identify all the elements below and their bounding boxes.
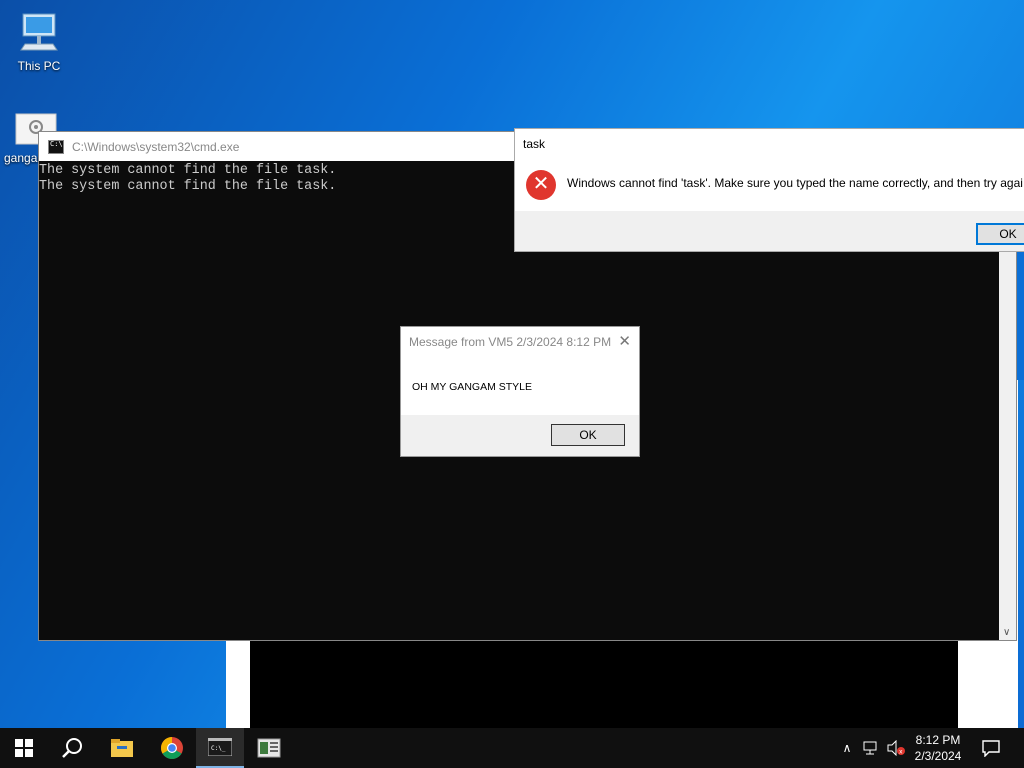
message-dialog-text: OH MY GANGAM STYLE xyxy=(412,381,532,393)
taskbar-cmd[interactable]: C:\_ xyxy=(196,728,244,768)
chrome-icon xyxy=(161,737,183,759)
notification-icon xyxy=(982,740,1000,757)
network-icon[interactable] xyxy=(862,740,880,756)
system-tray: ∧ x xyxy=(838,728,906,768)
message-ok-button[interactable]: OK xyxy=(551,424,625,446)
clock-date: 2/3/2024 xyxy=(914,749,962,763)
taskbar-clock[interactable]: 8:12 PM 2/3/2024 xyxy=(908,732,968,764)
message-dialog[interactable]: Message from VM5 2/3/2024 8:12 PM ✕ OH M… xyxy=(400,326,640,457)
taskbar-file-explorer[interactable] xyxy=(98,728,146,768)
background-window-content xyxy=(250,640,958,728)
search-button[interactable] xyxy=(48,728,96,768)
start-button[interactable] xyxy=(0,728,48,768)
app-icon xyxy=(257,738,281,758)
volume-muted-icon[interactable]: x xyxy=(886,740,906,756)
file-explorer-icon xyxy=(111,739,133,757)
taskbar: C:\_ ∧ x 8:12 PM 2/3/2024 xyxy=(0,728,1024,768)
start-icon xyxy=(15,739,33,757)
close-icon[interactable]: ✕ xyxy=(618,332,631,350)
cmd-icon: C:\_ xyxy=(208,738,232,756)
error-dialog-title: task xyxy=(523,137,546,151)
scroll-down-icon[interactable]: ∨ xyxy=(1003,627,1010,638)
error-dialog-message: Windows cannot find 'task'. Make sure yo… xyxy=(567,176,1023,190)
error-dialog-footer xyxy=(515,211,1024,251)
desktop-icon-label: This PC xyxy=(17,59,61,73)
error-ok-button[interactable]: OK xyxy=(976,223,1024,245)
cmd-title: C:\Windows\system32\cmd.exe xyxy=(72,139,240,154)
desktop-icon-this-pc[interactable]: This PC xyxy=(4,10,74,73)
taskbar-chrome[interactable] xyxy=(148,728,196,768)
svg-text:x: x xyxy=(899,749,903,756)
error-dialog[interactable]: task ✕ Windows cannot find 'task'. Make … xyxy=(514,128,1024,252)
cmd-icon xyxy=(48,139,64,154)
chevron-up-icon[interactable]: ∧ xyxy=(838,741,856,755)
message-dialog-title: Message from VM5 2/3/2024 8:12 PM xyxy=(409,335,612,349)
error-icon: ✕ xyxy=(526,170,556,200)
svg-text:C:\_: C:\_ xyxy=(211,745,226,752)
search-icon xyxy=(62,738,82,758)
taskbar-app[interactable] xyxy=(245,728,293,768)
computer-icon xyxy=(20,13,58,51)
desktop-wallpaper-strip xyxy=(1016,250,1024,380)
clock-time: 8:12 PM xyxy=(915,733,961,747)
action-center-button[interactable] xyxy=(968,728,1014,768)
